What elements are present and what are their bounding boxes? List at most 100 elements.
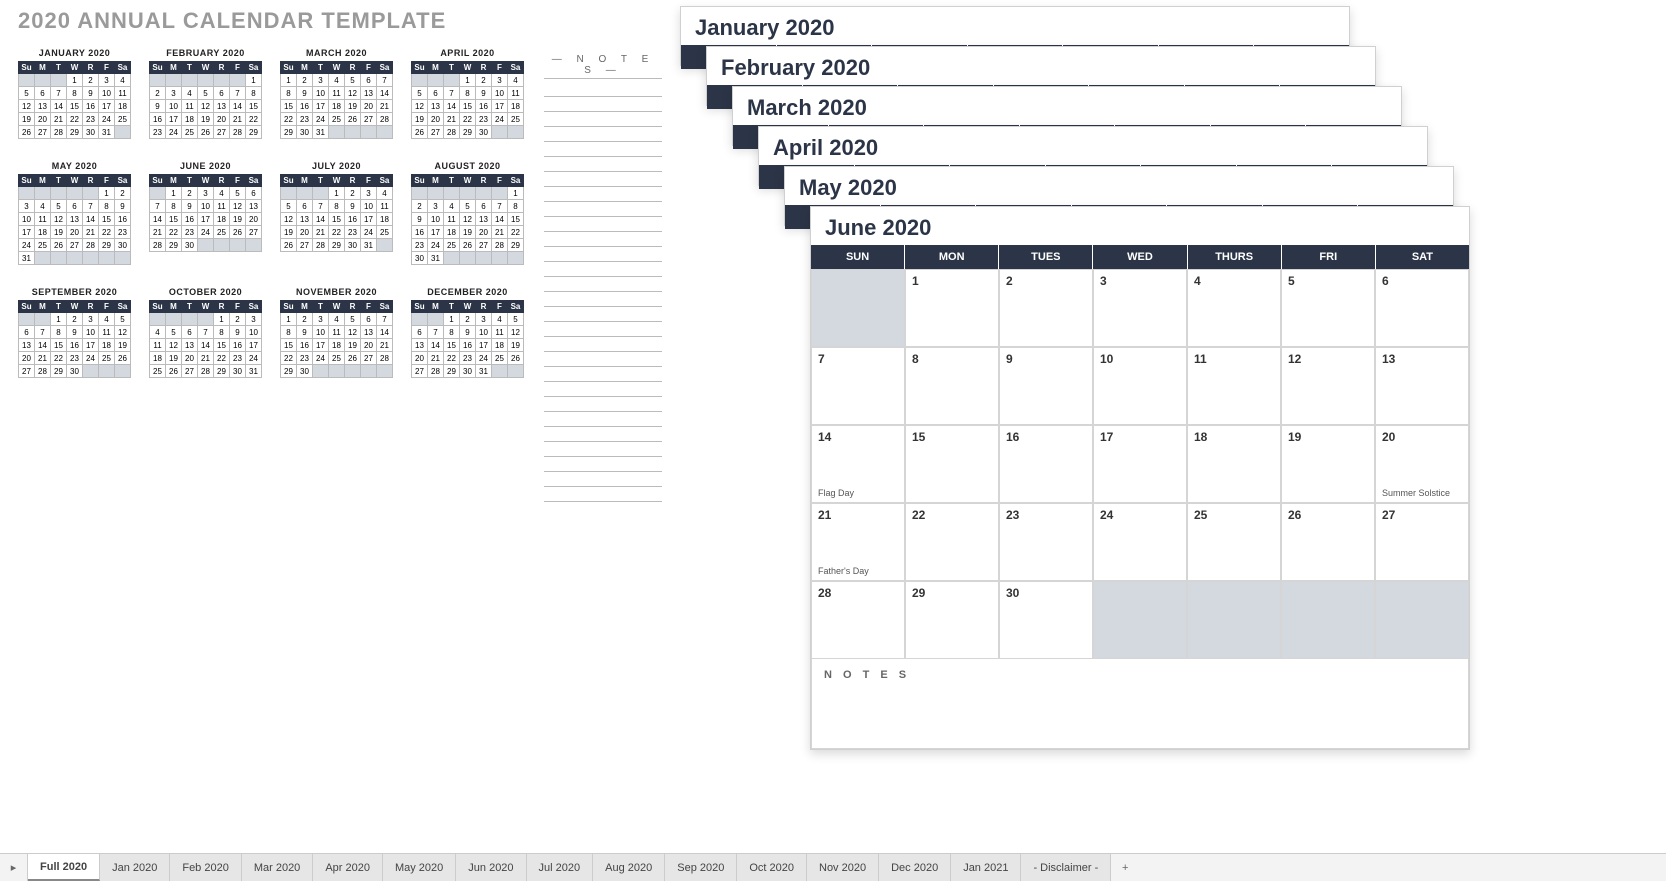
- mini-day-cell: 12: [460, 213, 476, 226]
- big-day-cell[interactable]: 20Summer Solstice: [1375, 425, 1469, 503]
- mini-day-cell: 19: [345, 100, 361, 113]
- big-day-cell[interactable]: 9: [999, 347, 1093, 425]
- mini-day-cell: 27: [182, 365, 198, 378]
- big-day-cell[interactable]: 4: [1187, 269, 1281, 347]
- big-day-cell[interactable]: 1: [905, 269, 999, 347]
- mini-day-cell: [51, 74, 67, 87]
- mini-month: APRIL 2020SuMTWRFSa123456789101112131415…: [411, 48, 524, 139]
- sheet-tab[interactable]: Full 2020: [28, 854, 100, 881]
- mini-day-cell: 1: [508, 187, 524, 200]
- sheet-tab[interactable]: Jan 2021: [951, 854, 1021, 881]
- big-day-cell[interactable]: 22: [905, 503, 999, 581]
- sheet-tab[interactable]: Feb 2020: [170, 854, 241, 881]
- big-day-cell[interactable]: 7: [811, 347, 905, 425]
- mini-day-cell: 12: [115, 326, 131, 339]
- mini-day-cell: 13: [361, 326, 377, 339]
- big-day-cell[interactable]: 21Father's Day: [811, 503, 905, 581]
- big-day-cell[interactable]: 23: [999, 503, 1093, 581]
- mini-day-header: F: [99, 301, 115, 313]
- note-line: [544, 397, 662, 412]
- sheet-tab[interactable]: Jun 2020: [456, 854, 526, 881]
- big-day-cell[interactable]: [1093, 581, 1187, 659]
- big-day-cell[interactable]: 6: [1375, 269, 1469, 347]
- sheet-tab[interactable]: Nov 2020: [807, 854, 879, 881]
- mini-day-cell: 13: [476, 213, 492, 226]
- big-day-cell[interactable]: 16: [999, 425, 1093, 503]
- big-day-cell[interactable]: 17: [1093, 425, 1187, 503]
- mini-day-cell: [19, 187, 35, 200]
- big-day-cell[interactable]: [1281, 581, 1375, 659]
- big-day-cell[interactable]: 10: [1093, 347, 1187, 425]
- big-notes-section[interactable]: N O T E S: [811, 659, 1469, 749]
- mini-day-header: M: [428, 175, 444, 187]
- big-day-cell[interactable]: 11: [1187, 347, 1281, 425]
- mini-day-cell: 19: [345, 339, 361, 352]
- mini-day-cell: 14: [51, 100, 67, 113]
- event-label: Father's Day: [818, 566, 869, 576]
- mini-day-cell: 24: [313, 113, 329, 126]
- mini-month-title: JUNE 2020: [180, 161, 231, 171]
- big-day-cell[interactable]: 8: [905, 347, 999, 425]
- big-day-cell[interactable]: 26: [1281, 503, 1375, 581]
- mini-day-cell: 10: [361, 200, 377, 213]
- mini-day-cell: [492, 187, 508, 200]
- sheet-tab[interactable]: Jul 2020: [527, 854, 594, 881]
- big-day-cell[interactable]: 18: [1187, 425, 1281, 503]
- mini-day-cell: 15: [246, 100, 262, 113]
- sheet-tab[interactable]: Mar 2020: [242, 854, 313, 881]
- big-day-cell[interactable]: 3: [1093, 269, 1187, 347]
- mini-day-cell: 29: [166, 239, 182, 252]
- big-day-cell[interactable]: 24: [1093, 503, 1187, 581]
- big-day-cell[interactable]: [1375, 581, 1469, 659]
- mini-day-cell: [476, 187, 492, 200]
- big-day-cell[interactable]: 15: [905, 425, 999, 503]
- big-day-cell[interactable]: 19: [1281, 425, 1375, 503]
- add-sheet-button[interactable]: +: [1111, 854, 1139, 881]
- mini-day-header: Su: [281, 175, 297, 187]
- mini-day-cell: 25: [35, 239, 51, 252]
- big-day-cell[interactable]: 14Flag Day: [811, 425, 905, 503]
- sheet-tab[interactable]: Apr 2020: [313, 854, 383, 881]
- sheet-tab[interactable]: Sep 2020: [665, 854, 737, 881]
- note-line: [544, 307, 662, 322]
- big-day-cell[interactable]: 29: [905, 581, 999, 659]
- note-line: [544, 202, 662, 217]
- mini-day-cell: 10: [428, 213, 444, 226]
- mini-day-cell: 21: [377, 339, 393, 352]
- note-line: [544, 352, 662, 367]
- big-day-cell[interactable]: 2: [999, 269, 1093, 347]
- sheet-tab[interactable]: Dec 2020: [879, 854, 951, 881]
- sheet-title: June 2020: [811, 207, 1469, 245]
- big-day-cell[interactable]: 5: [1281, 269, 1375, 347]
- annual-panel: 2020 ANNUAL CALENDAR TEMPLATE JANUARY 20…: [18, 8, 658, 400]
- sheet-tab[interactable]: Jan 2020: [100, 854, 170, 881]
- big-day-cell[interactable]: [811, 269, 905, 347]
- mini-day-cell: 20: [361, 339, 377, 352]
- mini-day-cell: [166, 74, 182, 87]
- mini-day-cell: [198, 74, 214, 87]
- mini-month-grid: SuMTWRFSa1234567891011121314151617181920…: [18, 61, 131, 139]
- mini-day-cell: [67, 252, 83, 265]
- big-day-cell[interactable]: 27: [1375, 503, 1469, 581]
- mini-day-cell: 25: [150, 365, 166, 378]
- big-day-cell[interactable]: 30: [999, 581, 1093, 659]
- mini-day-cell: 21: [83, 226, 99, 239]
- big-day-cell[interactable]: [1187, 581, 1281, 659]
- big-day-cell[interactable]: 12: [1281, 347, 1375, 425]
- mini-day-cell: [345, 365, 361, 378]
- mini-day-cell: 18: [150, 352, 166, 365]
- mini-day-cell: 15: [166, 213, 182, 226]
- mini-day-cell: 21: [35, 352, 51, 365]
- sheet-tab[interactable]: May 2020: [383, 854, 456, 881]
- sheet-tab[interactable]: Aug 2020: [593, 854, 665, 881]
- mini-day-header: T: [51, 62, 67, 74]
- sheet-tab[interactable]: - Disclaimer -: [1021, 854, 1111, 881]
- big-day-cell[interactable]: 28: [811, 581, 905, 659]
- mini-day-cell: 31: [313, 126, 329, 139]
- mini-day-header: Sa: [115, 301, 131, 313]
- big-day-cell[interactable]: 25: [1187, 503, 1281, 581]
- big-day-cell[interactable]: 13: [1375, 347, 1469, 425]
- note-line: [544, 127, 662, 142]
- sheet-tab[interactable]: Oct 2020: [737, 854, 807, 881]
- tab-scroll-left[interactable]: ▸: [0, 854, 28, 881]
